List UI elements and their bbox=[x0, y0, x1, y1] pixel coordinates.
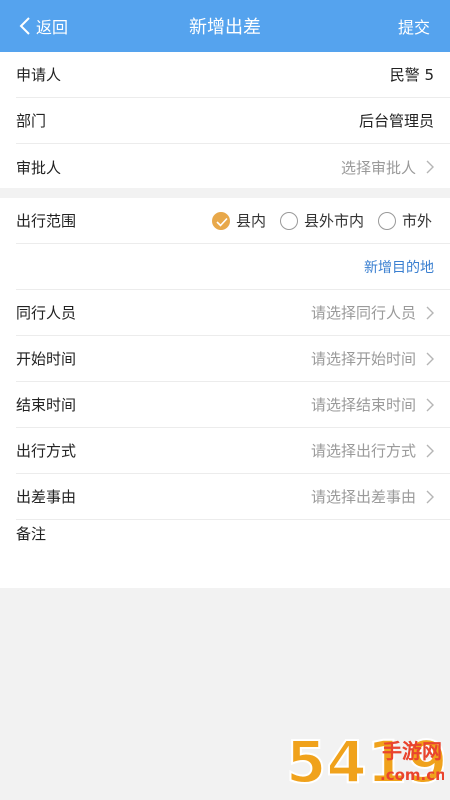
watermark-site: 手游网 bbox=[382, 739, 442, 763]
travel-mode-placeholder: 请选择出行方式 bbox=[310, 442, 416, 460]
start-time-row[interactable]: 开始时间 请选择开始时间 bbox=[16, 336, 450, 382]
add-destination-row: 新增目的地 bbox=[16, 244, 450, 290]
reason-label: 出差事由 bbox=[16, 488, 77, 506]
reason-placeholder: 请选择出差事由 bbox=[310, 488, 416, 506]
end-time-row[interactable]: 结束时间 请选择结束时间 bbox=[16, 382, 450, 428]
radio-checked-icon bbox=[211, 211, 230, 230]
companions-row[interactable]: 同行人员 请选择同行人员 bbox=[16, 290, 450, 336]
radio-city-outside[interactable]: 市外 bbox=[377, 210, 432, 231]
chevron-right-icon bbox=[426, 398, 434, 411]
applicant-value: 民警 5 bbox=[389, 66, 434, 84]
start-time-picker[interactable]: 请选择开始时间 bbox=[311, 348, 434, 369]
travel-info-section: 出行范围 县内 县外市内 市外 新增目的地 同行人员 请选择同行人员 开始时间 … bbox=[0, 198, 450, 588]
chevron-right-icon bbox=[426, 306, 434, 319]
radio-label: 县内 bbox=[235, 212, 266, 230]
radio-county-outside-city-inside[interactable]: 县外市内 bbox=[279, 210, 364, 231]
reason-picker[interactable]: 请选择出差事由 bbox=[311, 486, 434, 507]
back-button[interactable]: 返回 bbox=[18, 0, 68, 52]
approver-label: 审批人 bbox=[16, 158, 62, 177]
approver-picker[interactable]: 选择审批人 bbox=[341, 157, 434, 178]
nav-bar: 返回 新增出差 提交 bbox=[0, 0, 450, 52]
submit-button[interactable]: 提交 bbox=[398, 0, 430, 52]
radio-label: 县外市内 bbox=[303, 212, 364, 230]
chevron-left-icon bbox=[19, 17, 30, 35]
end-time-label: 结束时间 bbox=[16, 396, 77, 414]
companions-placeholder: 请选择同行人员 bbox=[310, 304, 416, 322]
watermark-domain: .com.cn bbox=[380, 766, 444, 784]
approver-placeholder: 选择审批人 bbox=[340, 158, 416, 177]
travel-range-label: 出行范围 bbox=[16, 212, 77, 230]
department-row: 部门 后台管理员 bbox=[16, 98, 450, 144]
chevron-right-icon bbox=[426, 444, 434, 457]
remark-row[interactable]: 备注 bbox=[16, 510, 450, 556]
travel-mode-label: 出行方式 bbox=[16, 442, 77, 460]
applicant-row: 申请人 民警 5 bbox=[16, 52, 450, 98]
basic-info-section: 申请人 民警 5 部门 后台管理员 审批人 选择审批人 bbox=[0, 52, 450, 188]
travel-mode-picker[interactable]: 请选择出行方式 bbox=[311, 440, 434, 461]
back-label: 返回 bbox=[36, 18, 69, 37]
radio-unchecked-icon bbox=[279, 211, 298, 230]
companions-label: 同行人员 bbox=[16, 304, 77, 322]
department-value: 后台管理员 bbox=[358, 112, 434, 130]
radio-county-inside[interactable]: 县内 bbox=[211, 210, 266, 231]
chevron-right-icon bbox=[426, 160, 434, 174]
department-label: 部门 bbox=[16, 112, 47, 130]
end-time-picker[interactable]: 请选择结束时间 bbox=[311, 394, 434, 415]
travel-range-radio-group: 县内 县外市内 市外 bbox=[211, 210, 446, 231]
chevron-right-icon bbox=[426, 352, 434, 365]
travel-range-row: 出行范围 县内 县外市内 市外 bbox=[16, 198, 450, 244]
radio-unchecked-icon bbox=[377, 211, 396, 230]
end-time-placeholder: 请选择结束时间 bbox=[310, 396, 416, 414]
travel-mode-row[interactable]: 出行方式 请选择出行方式 bbox=[16, 428, 450, 474]
start-time-placeholder: 请选择开始时间 bbox=[310, 350, 416, 368]
approver-row[interactable]: 审批人 选择审批人 bbox=[16, 144, 450, 190]
applicant-label: 申请人 bbox=[16, 66, 62, 84]
radio-label: 市外 bbox=[401, 212, 432, 230]
site-watermark-logo: 5419 手游网 .com.cn bbox=[285, 727, 444, 794]
add-destination-link[interactable]: 新增目的地 bbox=[364, 257, 434, 277]
chevron-right-icon bbox=[426, 490, 434, 503]
remark-label: 备注 bbox=[16, 524, 47, 543]
companions-picker[interactable]: 请选择同行人员 bbox=[311, 302, 434, 323]
start-time-label: 开始时间 bbox=[16, 350, 77, 368]
